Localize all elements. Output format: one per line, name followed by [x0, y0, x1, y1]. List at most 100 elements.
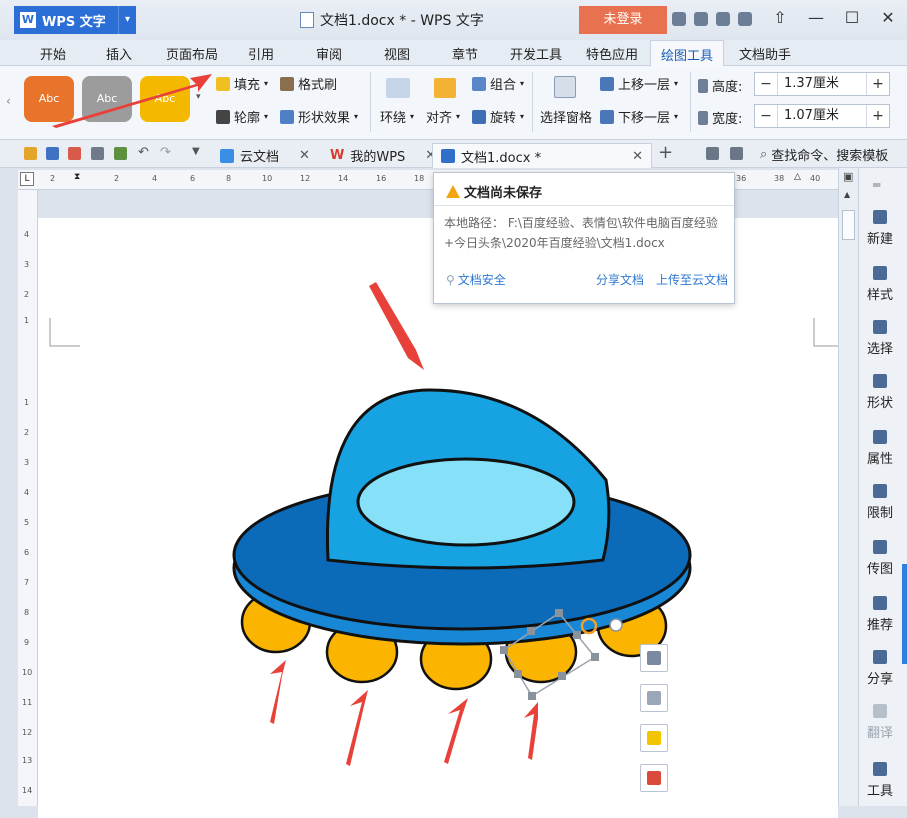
tab-my-wps[interactable]: W 我的WPS ✕ — [322, 143, 444, 168]
bring-forward-icon — [600, 76, 614, 91]
tab-insert[interactable]: 插入 — [106, 44, 132, 63]
ufo-window[interactable] — [356, 457, 576, 547]
sidebar-collapse-handle[interactable] — [902, 564, 907, 664]
scrollbar-thumb[interactable] — [842, 210, 855, 240]
close-icon[interactable]: ✕ — [632, 149, 643, 164]
sidebar-item-upload-image[interactable]: 传图 — [859, 540, 901, 577]
tab-page-layout[interactable]: 页面布局 — [166, 44, 218, 63]
cloud-icon — [220, 148, 234, 163]
sidebar-item-new[interactable]: 新建 — [859, 210, 901, 247]
group-button[interactable]: 组合 ▾ — [472, 74, 524, 93]
tab-doc-assistant[interactable]: 文档助手 — [739, 44, 791, 63]
indent-marker-icon[interactable]: ⧗ — [74, 172, 80, 182]
outline-color-button[interactable] — [640, 764, 668, 792]
tab-home[interactable]: 开始 — [40, 44, 66, 63]
right-indent-marker-icon[interactable]: △ — [794, 172, 801, 182]
sidebar-item-share[interactable]: 分享 — [859, 650, 901, 687]
style-sample-orange[interactable]: Abc — [24, 76, 74, 122]
wrap-button[interactable]: 环绕 ▾ — [380, 107, 414, 126]
bring-forward-button[interactable]: 上移一层 ▾ — [600, 74, 678, 93]
settings-icon[interactable] — [694, 12, 708, 26]
send-backward-button[interactable]: 下移一层 ▾ — [600, 107, 678, 126]
tab-references[interactable]: 引用 — [248, 44, 274, 63]
select-icon — [873, 320, 887, 334]
share-doc-link[interactable]: 分享文档 — [596, 271, 644, 288]
vertical-ruler[interactable]: 4 3 2 1 1 2 3 4 5 6 7 8 9 10 11 12 13 14 — [18, 190, 38, 806]
customize-chevron-icon[interactable]: ▼ — [192, 146, 200, 157]
sidebar-item-translate[interactable]: 翻译 — [859, 704, 901, 741]
scroll-left-icon[interactable]: ‹ — [6, 94, 11, 108]
export-pdf-icon[interactable] — [68, 147, 81, 160]
tab-section[interactable]: 章节 — [452, 44, 478, 63]
upload-icon[interactable]: ⇧ — [771, 8, 789, 27]
tab-cloud-docs[interactable]: 云文档 ✕ — [212, 143, 318, 168]
minimize-button[interactable]: — — [807, 8, 825, 27]
save-icon[interactable] — [46, 147, 59, 160]
doc-security-link[interactable]: ⚲ 文档安全 — [446, 271, 506, 288]
style-sample-gray[interactable]: Abc — [82, 76, 132, 122]
skin-icon[interactable] — [672, 12, 686, 26]
tab-developer[interactable]: 开发工具 — [510, 44, 562, 63]
help-icon[interactable] — [738, 12, 752, 26]
format-painter-button[interactable]: 格式刷 — [280, 74, 337, 93]
tab-drawing-tools[interactable]: 绘图工具 — [650, 40, 725, 67]
split-view-icon[interactable]: ▣ — [843, 170, 853, 183]
style-sample-yellow[interactable]: Abc — [140, 76, 190, 122]
undo-icon[interactable]: ↶ — [138, 145, 149, 160]
new-tab-icon[interactable]: + — [658, 142, 673, 163]
height-stepper[interactable]: − 1.37厘米 + — [754, 72, 890, 96]
pin-icon[interactable] — [706, 147, 719, 160]
search-commands[interactable]: ⌕ 查找命令、搜索模板 — [760, 145, 888, 164]
outline-button[interactable]: 轮廓 ▾ — [216, 107, 268, 126]
feedback-icon[interactable] — [716, 12, 730, 26]
fill-color-button[interactable] — [640, 724, 668, 752]
tab-view[interactable]: 视图 — [384, 44, 410, 63]
width-input[interactable]: 1.07厘米 — [777, 105, 867, 127]
redo-icon[interactable]: ↷ — [160, 145, 171, 160]
chevron-down-icon[interactable]: ▾ — [118, 6, 136, 34]
send-backward-icon — [600, 109, 614, 124]
open-icon[interactable] — [24, 147, 37, 160]
width-minus-button[interactable]: − — [755, 108, 777, 124]
tab-review[interactable]: 审阅 — [316, 44, 342, 63]
app-menu-button[interactable]: W WPS 文字 ▾ — [14, 6, 136, 34]
layout-icon[interactable] — [730, 147, 743, 160]
selection-pane-button[interactable]: 选择窗格 — [540, 107, 592, 126]
layout-options-button[interactable] — [640, 644, 668, 672]
login-button[interactable]: 未登录 — [579, 6, 667, 34]
shape-icon — [873, 374, 887, 388]
tab-document1[interactable]: 文档1.docx * ✕ — [432, 143, 652, 168]
vertical-scrollbar[interactable]: ▣ ▲ — [838, 168, 858, 806]
wrap-icon — [386, 78, 410, 98]
width-plus-button[interactable]: + — [867, 108, 889, 124]
sidebar-item-select[interactable]: 选择 — [859, 320, 901, 357]
width-stepper[interactable]: − 1.07厘米 + — [754, 104, 890, 128]
shape-effect-button[interactable]: 形状效果 ▾ — [280, 107, 358, 126]
edit-shape-button[interactable] — [640, 684, 668, 712]
sidebar-item-restrict[interactable]: 限制 — [859, 484, 901, 521]
print-preview-icon[interactable] — [114, 147, 127, 160]
maximize-button[interactable]: ☐ — [843, 8, 861, 27]
sidebar-item-properties[interactable]: 属性 — [859, 430, 901, 467]
more-styles-icon[interactable]: ▾ — [196, 92, 201, 102]
sidebar-item-recommend[interactable]: 推荐 — [859, 596, 901, 633]
rotate-button[interactable]: 旋转 ▾ — [472, 107, 524, 126]
height-plus-button[interactable]: + — [867, 76, 889, 92]
scroll-up-icon[interactable]: ▲ — [844, 190, 850, 199]
close-icon[interactable]: ✕ — [299, 148, 310, 163]
sidebar-item-style[interactable]: 样式 — [859, 266, 901, 303]
more-icon[interactable]: ═ — [873, 178, 880, 192]
height-input[interactable]: 1.37厘米 — [777, 73, 867, 95]
tab-features[interactable]: 特色应用 — [586, 44, 638, 63]
tab-stop-icon[interactable]: L — [20, 172, 34, 186]
fill-button[interactable]: 填充 ▾ — [216, 74, 268, 93]
close-button[interactable]: ✕ — [879, 8, 897, 27]
collapse-handle-icon[interactable] — [609, 618, 623, 632]
sidebar-item-shape[interactable]: 形状 — [859, 374, 901, 411]
height-minus-button[interactable]: − — [755, 76, 777, 92]
sidebar-item-tools[interactable]: 工具 — [859, 762, 901, 799]
upload-cloud-link[interactable]: 上传至云文档 — [656, 271, 728, 288]
print-icon[interactable] — [91, 147, 104, 160]
recommend-icon — [873, 596, 887, 610]
align-button[interactable]: 对齐 ▾ — [426, 107, 460, 126]
